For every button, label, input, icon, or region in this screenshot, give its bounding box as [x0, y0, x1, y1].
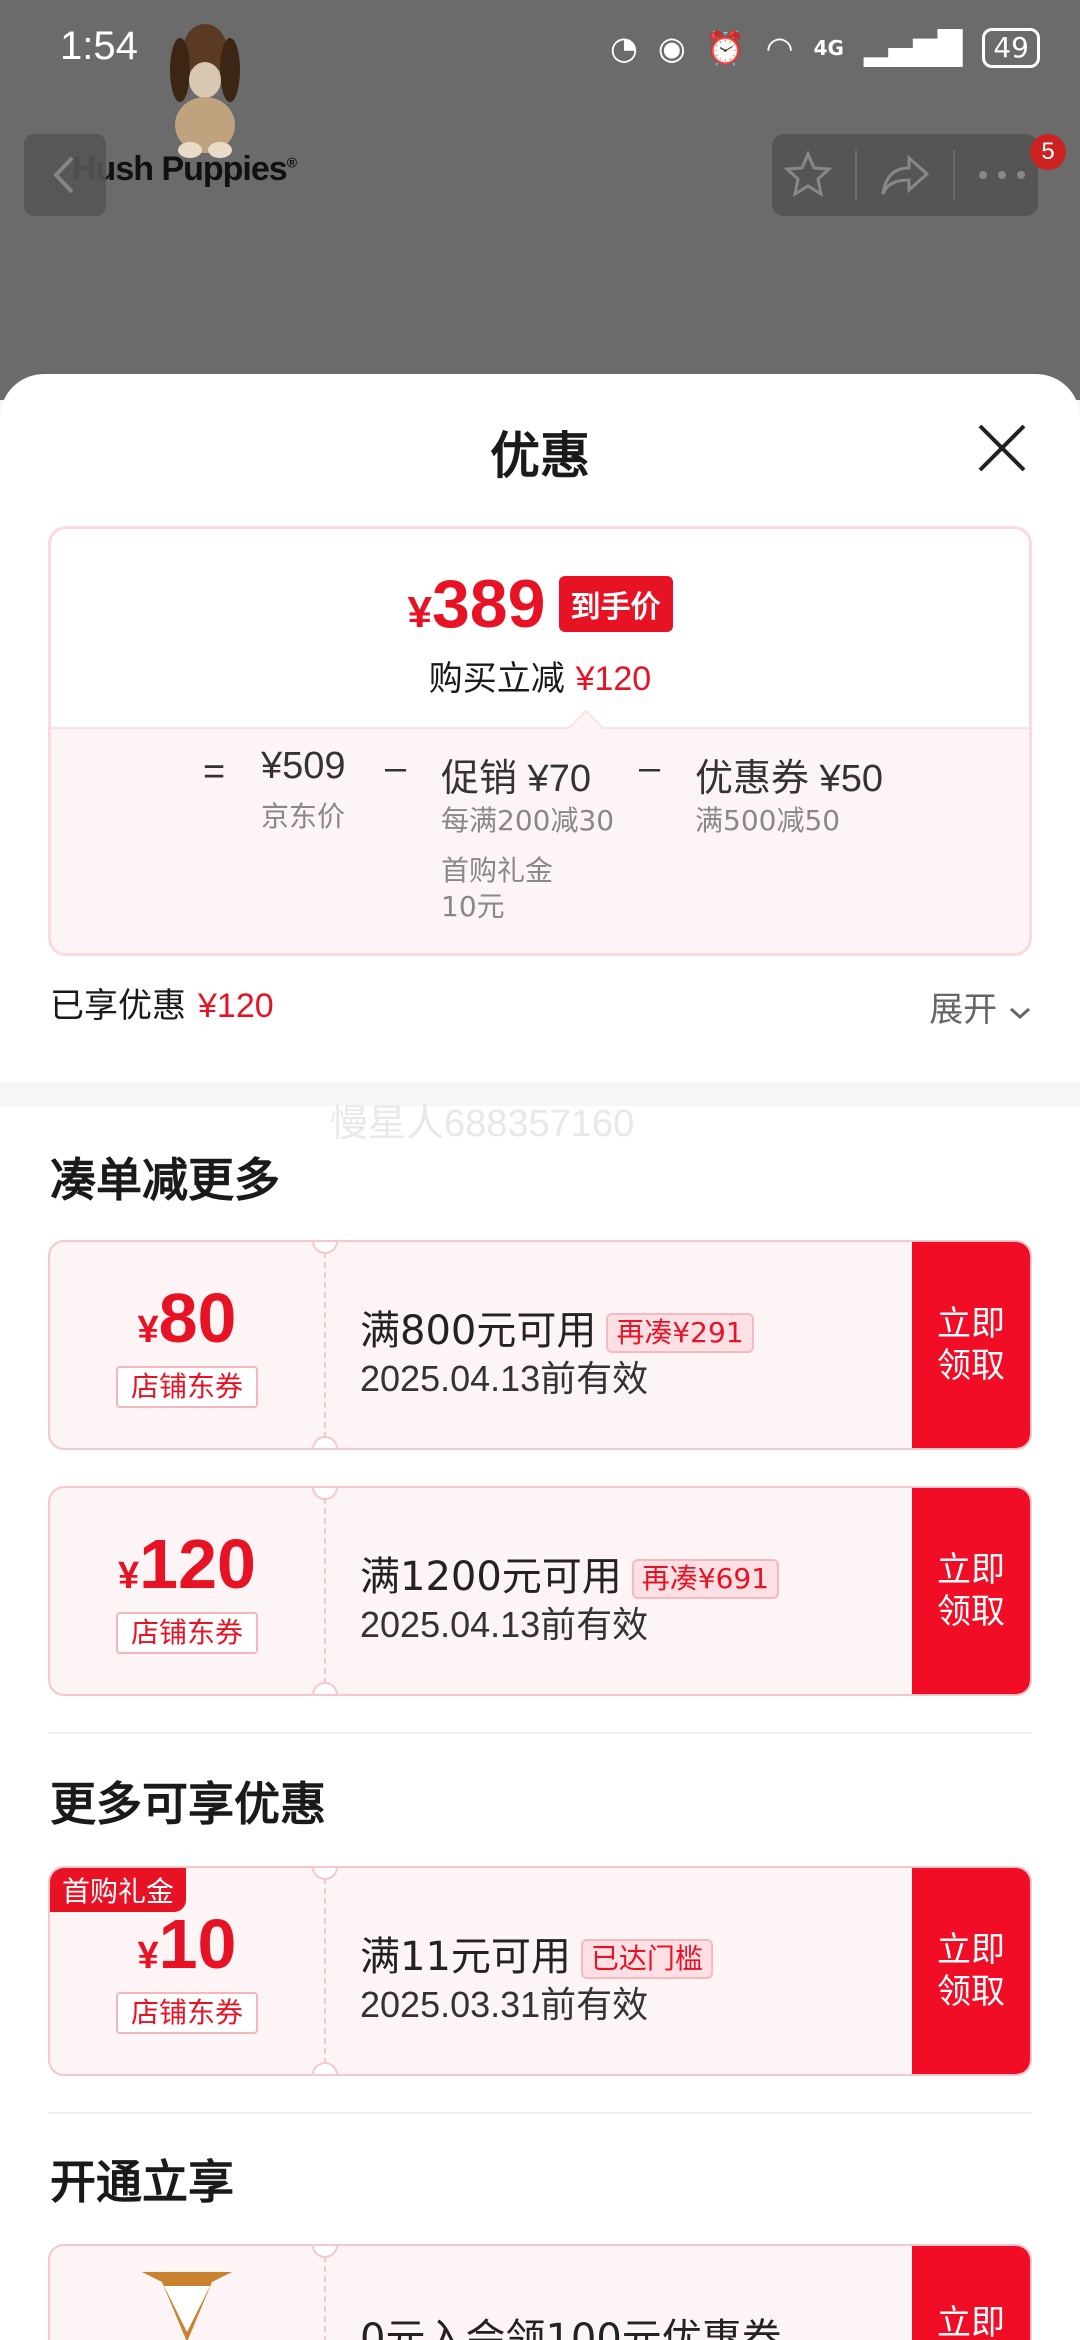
coupon-condition: 满1200元可用 再凑¥691 — [360, 1544, 780, 1602]
watermark: 慢星人688357160 — [330, 1103, 635, 1145]
coupon-valid-date: 2025.04.13前有效 — [360, 1358, 649, 1399]
section-divider-line — [48, 1732, 1032, 1734]
notification-badge: 5 — [1030, 134, 1066, 170]
price-summary-card: ¥389 到手价 购买立减 ¥120 = ¥509 京东价 – 促销 ¥70 每… — [48, 526, 1032, 956]
speed-icon: ◔ — [609, 29, 638, 67]
coupon-type: 店铺东券 — [116, 1992, 258, 2034]
chevron-down-icon — [1010, 1007, 1030, 1020]
coupon-amount: 优惠券 ¥50 — [695, 758, 883, 800]
coupon-card: ¥120 店铺东券 满1200元可用 再凑¥691 2025.04.13前有效 立… — [48, 1486, 1032, 1696]
claim-coupon-button[interactable]: 立即 领取 — [912, 1868, 1030, 2074]
toolbar-actions — [772, 134, 1038, 216]
coupon-card: 首购礼金 ¥10 店铺东券 满11元可用 已达门槛 2025.03.31前有效 立… — [48, 1866, 1032, 2076]
coupon-amount: ¥120 — [118, 1525, 256, 1603]
coupon-type: 店铺东券 — [116, 1366, 258, 1408]
section-title-activate: 开通立享 — [50, 2155, 234, 2209]
coupon-tag: 已达门槛 — [580, 1939, 713, 1979]
promo-amount: 促销 ¥70 — [441, 758, 591, 800]
toolbar-separator — [855, 150, 857, 200]
coupon-tag: 再凑¥291 — [606, 1313, 754, 1353]
minus-sign: – — [385, 747, 407, 789]
membership-claim-button[interactable]: 立即 — [912, 2246, 1030, 2340]
membership-logo-icon — [142, 2272, 232, 2340]
coupon-condition: 满11元可用 已达门槛 — [360, 1924, 713, 1982]
wifi-icon: ◠ — [765, 29, 794, 67]
section-divider-line — [48, 2112, 1032, 2114]
sheet-title: 优惠 — [490, 427, 590, 485]
equals-sign: = — [203, 751, 226, 793]
coupon-amount: ¥10 — [137, 1905, 237, 1983]
coupon-tag: 再凑¥691 — [631, 1559, 780, 1599]
star-icon[interactable] — [783, 150, 833, 200]
claim-coupon-button[interactable]: 立即 领取 — [912, 1488, 1030, 1694]
final-price-tag: 到手价 — [558, 576, 673, 632]
coupon-card: ¥80 店铺东券 满800元可用 再凑¥291 2025.04.13前有效 立即领… — [48, 1240, 1032, 1450]
reduce-row: 购买立减 ¥120 — [428, 659, 652, 699]
eye-icon: ◉ — [657, 29, 686, 67]
jd-price: ¥509 — [261, 745, 346, 787]
gift-desc-line1: 首购礼金 — [441, 854, 554, 887]
final-price: ¥389 — [407, 566, 546, 642]
toolbar-separator — [953, 150, 955, 200]
membership-offer-text: 0元入会领100元优惠券 — [360, 2316, 782, 2340]
dog-logo-icon — [170, 24, 240, 158]
coupon-amount: ¥80 — [137, 1279, 237, 1357]
coupon-valid-date: 2025.03.31前有效 — [360, 1984, 649, 2025]
coupon-valid-date: 2025.04.13前有效 — [360, 1604, 649, 1645]
minus-sign: – — [639, 747, 661, 789]
enjoyed-discount: 已享优惠 ¥120 — [50, 986, 274, 1026]
coupon-desc: 满500减50 — [695, 804, 841, 837]
battery-level: 49 — [982, 28, 1040, 68]
membership-coupon-card: 0元入会领100元优惠券 立即 — [48, 2244, 1032, 2340]
expand-button[interactable]: 展开 — [929, 982, 1032, 1031]
more-icon[interactable] — [977, 169, 1027, 181]
jd-price-label: 京东价 — [261, 800, 346, 833]
price-breakdown: = ¥509 京东价 – 促销 ¥70 每满200减30 首购礼金 10元 – … — [51, 727, 1029, 953]
coupon-condition: 满800元可用 再凑¥291 — [360, 1298, 754, 1356]
signal-icon: ▂▄▆█ — [863, 29, 963, 67]
promo-desc: 每满200减30 — [441, 804, 615, 837]
share-icon[interactable] — [879, 152, 931, 198]
section-title-more-discount: 凑单减更多 — [50, 1153, 280, 1207]
network-label: 4G — [813, 36, 844, 60]
chevron-left-icon — [53, 156, 74, 194]
back-button[interactable] — [24, 134, 106, 216]
coupon-type: 店铺东券 — [116, 1612, 258, 1654]
claim-coupon-button[interactable]: 立即 领取 — [912, 1242, 1030, 1448]
final-price-row: ¥389 到手价 — [51, 565, 1029, 643]
status-icons: ◔ ◉ ⏰ ◠ 4G ▂▄▆█ 49 — [610, 26, 1040, 70]
gift-desc-line2: 10元 — [441, 890, 505, 923]
close-icon[interactable] — [974, 420, 1030, 476]
discount-sheet: 优惠 ¥389 到手价 购买立减 ¥120 = ¥509 京东价 – 促销 ¥7… — [0, 374, 1080, 2340]
alarm-icon: ⏰ — [705, 29, 746, 67]
section-title-more-available: 更多可享优惠 — [50, 1777, 326, 1831]
price-summary-top: ¥389 到手价 购买立减 ¥120 — [51, 529, 1029, 727]
